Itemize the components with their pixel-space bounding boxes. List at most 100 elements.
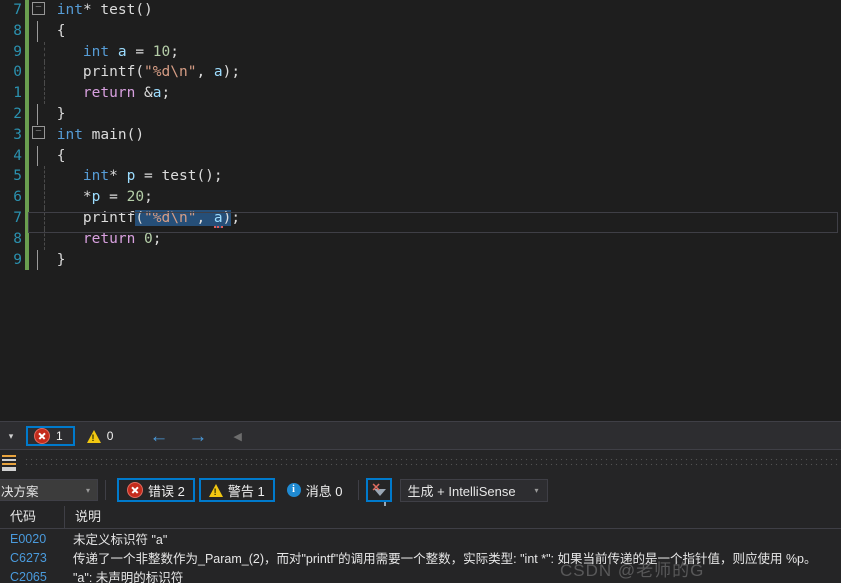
code-line[interactable]: 2 } — [0, 103, 841, 125]
warning-icon — [86, 429, 101, 443]
fold-collapse-icon[interactable]: – — [32, 1, 45, 15]
code-token: 20 — [126, 189, 145, 206]
navigate-forward-icon[interactable]: → — [188, 427, 207, 446]
code-token: * — [82, 189, 92, 206]
error-list-rows[interactable]: E0020 未定义标识符 "a" C6273 传递了一个非整数作为_Param_(2)… — [0, 529, 841, 583]
code-token: "%d\n" — [144, 64, 197, 81]
code-line[interactable]: 7 printf("%d\n", a); — [0, 207, 841, 229]
changed-line-bar — [25, 124, 29, 146]
table-row[interactable]: C2065 "a": 未声明的标识符 — [0, 567, 841, 583]
fold-collapse-icon[interactable]: – — [32, 126, 45, 140]
line-number: 1 — [13, 85, 22, 102]
changed-line-bar — [25, 0, 29, 21]
scope-dropdown[interactable]: 决方案 ▾ — [0, 479, 98, 501]
warning-count-button[interactable]: 0 — [79, 426, 122, 446]
code-token: return — [82, 85, 136, 102]
code-token: ; — [213, 168, 223, 185]
filter-warnings-button[interactable]: 警告 1 — [198, 478, 275, 502]
scope-caret-icon[interactable]: ▾ — [0, 431, 22, 442]
column-header-description[interactable]: 说明 — [65, 506, 841, 528]
error-list-table[interactable]: 代码 说明 E0020 未定义标识符 "a" C6273 传递了一个非整数作为_Par… — [0, 506, 841, 583]
changed-line-bar — [25, 228, 29, 250]
build-scope-value: 生成 + IntelliSense — [407, 483, 516, 499]
code-line[interactable]: 1 return &a; — [0, 83, 841, 104]
code-text: { — [32, 21, 66, 42]
code-token: ; — [231, 209, 241, 226]
error-count-button[interactable]: 1 — [26, 426, 75, 446]
build-scope-dropdown[interactable]: 生成 + IntelliSense ▾ — [399, 478, 548, 502]
code-token: main — [91, 126, 127, 143]
editor-error-navigation-bar[interactable]: ▾ 1 0 ← → ◀ — [0, 421, 841, 450]
tool-window-tab-icon[interactable] — [2, 454, 16, 471]
code-lines[interactable]: 7– int* test() 8 {9 int a = 10; 0 printf("… — [0, 0, 841, 271]
line-number: 6 — [13, 189, 22, 206]
code-line[interactable]: 7– int* test() — [0, 0, 841, 21]
code-token: { — [56, 22, 66, 39]
navigation-arrows: ← → — [149, 427, 207, 446]
code-line[interactable]: 5 int* p = test(); — [0, 166, 841, 188]
code-token: return — [82, 230, 136, 247]
code-line[interactable]: 3 – int main() — [0, 124, 841, 146]
line-number: 4 — [13, 147, 22, 164]
code-line[interactable]: 9 int a = 10; — [0, 41, 841, 63]
code-line[interactable]: 8 return 0; — [0, 228, 841, 250]
error-list-toolbar[interactable]: 决方案 ▾ 错误 2 警告 1 消息 0 ✕ 生成 + IntelliSense… — [0, 474, 841, 506]
changed-line-bar — [25, 41, 29, 63]
warning-count-label: 0 — [106, 429, 114, 443]
code-text: – int main() — [32, 125, 144, 146]
code-token: ; — [170, 43, 179, 60]
line-number: 9 — [13, 43, 22, 60]
table-row[interactable]: E0020 未定义标识符 "a" — [0, 529, 841, 548]
code-line[interactable]: 8 { — [0, 20, 841, 42]
code-text: printf("%d\n", a); — [32, 208, 240, 229]
code-text: } — [32, 104, 66, 125]
changed-line-bar — [25, 145, 29, 167]
line-number: 2 — [13, 105, 22, 122]
code-text: int a = 10; — [32, 42, 179, 63]
code-line[interactable]: 4 { — [0, 145, 841, 167]
cell-description: 传递了一个非整数作为_Param_(2)，而对"printf"的调用需要一个整数… — [73, 552, 817, 566]
changed-line-bar — [25, 207, 29, 229]
code-line[interactable]: 0 printf("%d\n", a); — [0, 62, 841, 84]
clear-filter-button[interactable]: ✕ — [365, 478, 392, 506]
code-token: 0 — [144, 230, 153, 247]
line-number: 7 — [13, 2, 22, 18]
line-number: 3 — [13, 126, 22, 143]
line-number: 8 — [13, 230, 22, 247]
filter-messages-button[interactable]: 消息 0 — [279, 478, 351, 502]
line-number: 7 — [13, 209, 22, 226]
panel-splitter[interactable] — [0, 449, 841, 475]
code-editor[interactable]: 7– int* test() 8 {9 int a = 10; 0 printf("… — [0, 0, 841, 417]
code-token: int — [82, 43, 110, 60]
code-token: , — [196, 209, 214, 226]
table-row[interactable]: C6273 传递了一个非整数作为_Param_(2)，而对"printf"的调用需… — [0, 548, 841, 567]
line-number: 9 — [13, 251, 22, 268]
filter-errors-button[interactable]: 错误 2 — [117, 478, 195, 502]
code-token: printf — [82, 209, 136, 226]
code-line[interactable]: 9 } — [0, 249, 841, 271]
column-header-code[interactable]: 代码 — [0, 506, 65, 528]
overflow-chevron-icon[interactable]: ◀ — [233, 430, 241, 443]
error-list-header: 代码 说明 — [0, 506, 841, 529]
code-token: 10 — [152, 43, 171, 60]
code-token: & — [135, 85, 153, 102]
code-token: ( — [135, 64, 145, 81]
code-token: ; — [231, 64, 241, 81]
warning-icon — [208, 483, 223, 497]
code-text: } — [32, 250, 66, 271]
chevron-down-icon: ▾ — [85, 485, 90, 495]
drag-dots-handle[interactable] — [24, 456, 841, 469]
code-token: , — [196, 64, 214, 81]
code-line[interactable]: 6 *p = 20; — [0, 187, 841, 208]
changed-line-bar — [25, 20, 29, 42]
navigate-back-icon[interactable]: ← — [149, 427, 168, 446]
code-text: printf("%d\n", a); — [32, 62, 240, 83]
